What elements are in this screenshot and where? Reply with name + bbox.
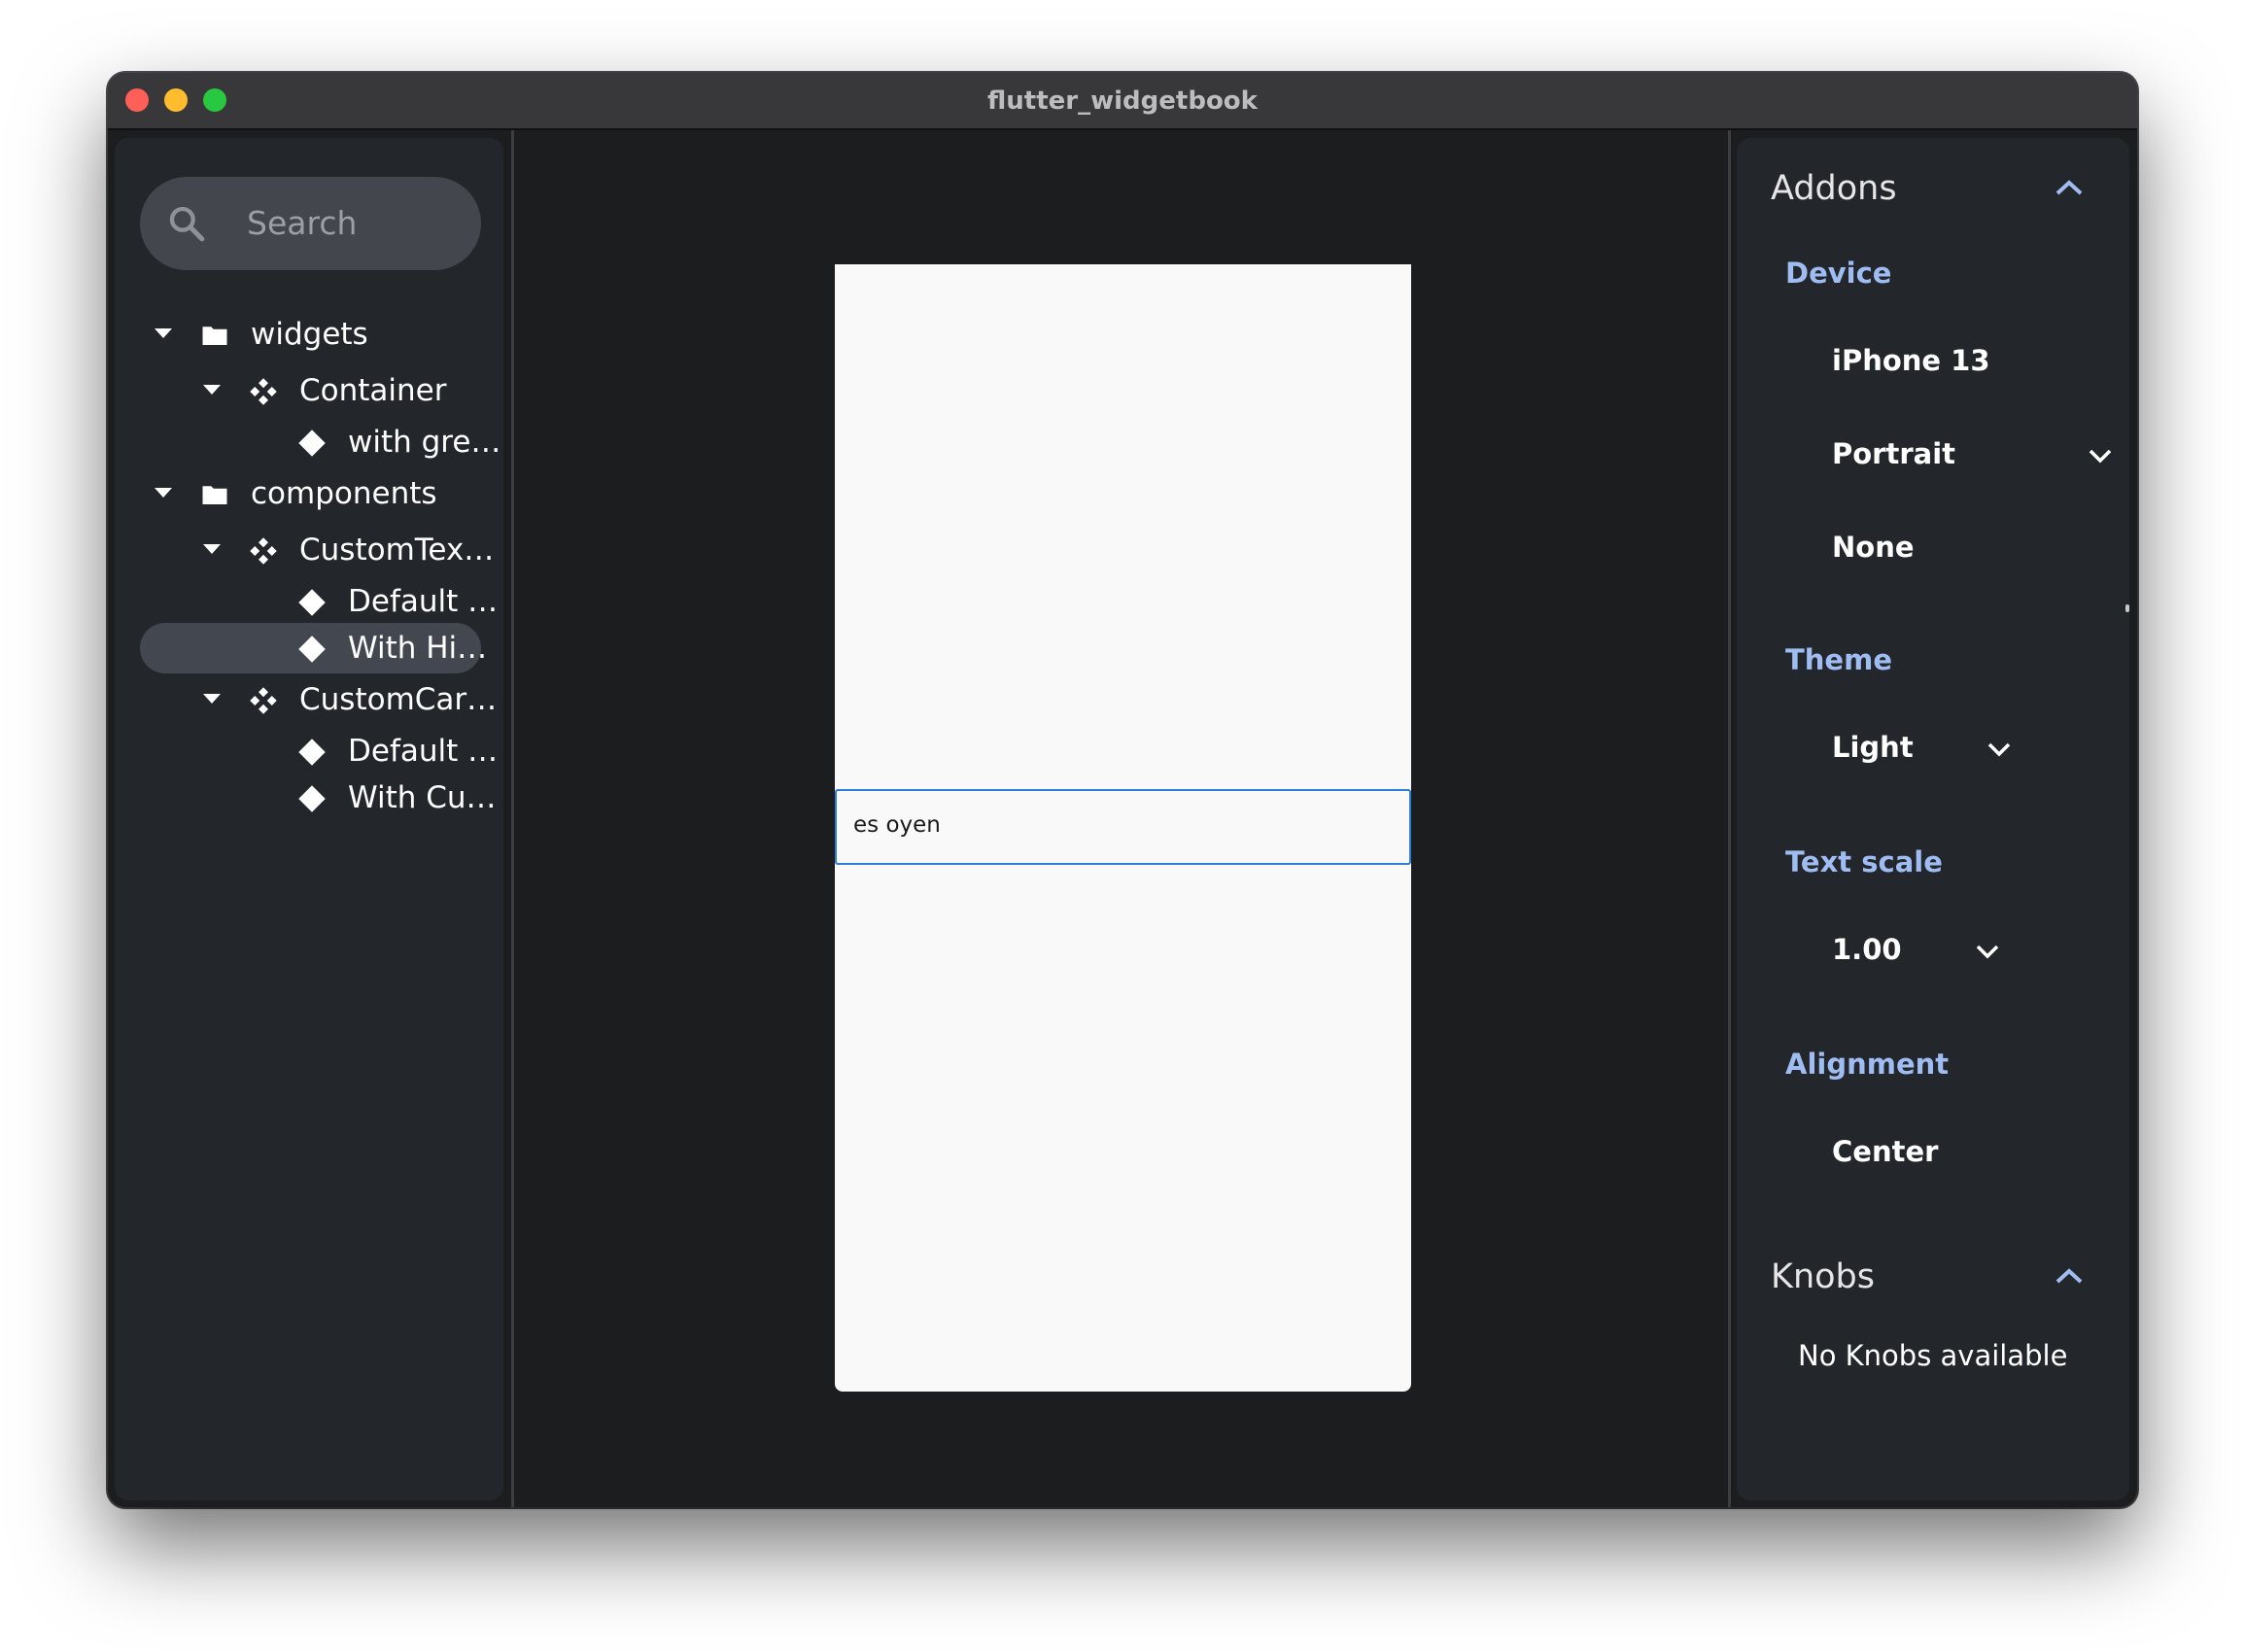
use-case-icon	[298, 739, 326, 766]
text-scale-label: Text scale	[1785, 845, 1943, 878]
window-title: flutter_widgetbook	[987, 86, 1258, 116]
theme-value[interactable]: Light	[1832, 731, 1914, 764]
tree-use-case[interactable]: With Cu…	[140, 773, 497, 823]
device-preview: es oyen	[835, 264, 1411, 1392]
caret-down-icon[interactable]	[203, 694, 221, 704]
knobs-title: Knobs	[1771, 1257, 1875, 1296]
app-window: flutter_widgetbook Search widgets Contai…	[108, 73, 2137, 1507]
use-case-icon	[298, 636, 326, 663]
tree-label: CustomCar…	[299, 682, 498, 717]
tree-label: components	[251, 476, 437, 511]
custom-text-field[interactable]: es oyen	[835, 789, 1411, 865]
tree-component-container[interactable]: Container	[140, 365, 481, 416]
text-scale-value[interactable]: 1.00	[1832, 933, 1902, 966]
chevron-down-icon[interactable]	[1975, 944, 2000, 959]
use-case-icon	[298, 589, 326, 616]
chevron-down-icon[interactable]	[2088, 448, 2113, 464]
left-panel-divider[interactable]	[511, 130, 514, 1507]
use-case-icon	[298, 785, 326, 812]
tree-label: Default …	[348, 584, 499, 619]
orientation-value[interactable]: Portrait	[1832, 437, 1955, 470]
caret-down-icon[interactable]	[203, 385, 221, 395]
right-panel-divider[interactable]	[1728, 130, 1731, 1507]
device-label: Device	[1785, 257, 1892, 290]
scroll-indicator	[2125, 604, 2129, 612]
tree-use-case[interactable]: Default …	[140, 726, 498, 776]
alignment-value[interactable]: Center	[1832, 1135, 1938, 1168]
tree-label: with gre…	[348, 425, 501, 460]
device-frame-value[interactable]: None	[1832, 531, 1915, 564]
component-icon	[250, 687, 277, 714]
alignment-label: Alignment	[1785, 1048, 1950, 1081]
caret-down-icon[interactable]	[203, 544, 221, 554]
tree-use-case[interactable]: Default …	[140, 576, 498, 627]
theme-label: Theme	[1785, 643, 1892, 676]
chevron-up-icon[interactable]	[2055, 1267, 2084, 1285]
tree-label: With Cu…	[348, 780, 497, 815]
device-model-value[interactable]: iPhone 13	[1832, 344, 1990, 377]
addons-panel: Addons Device iPhone 13 Portrait None Th…	[1737, 138, 2129, 1500]
tree-label: Container	[299, 373, 447, 408]
tree-use-case[interactable]: with gre…	[140, 417, 501, 467]
tree-label: widgets	[251, 317, 368, 352]
chevron-up-icon[interactable]	[2055, 179, 2084, 196]
search-icon	[169, 206, 205, 242]
caret-down-icon[interactable]	[155, 488, 172, 498]
tree-label: CustomTex…	[299, 533, 495, 568]
navigation-panel: Search widgets Container with gre… compo…	[115, 138, 503, 1500]
search-placeholder: Search	[247, 204, 358, 242]
component-icon	[250, 537, 277, 565]
search-input[interactable]: Search	[140, 177, 481, 270]
folder-icon	[202, 327, 227, 345]
addons-title: Addons	[1771, 169, 1897, 208]
chevron-down-icon[interactable]	[1986, 741, 2012, 757]
tree-use-case-selected[interactable]: With Hi…	[140, 623, 487, 673]
tree-component-customtextfield[interactable]: CustomTex…	[140, 525, 494, 575]
tree-folder-components[interactable]: components	[140, 468, 481, 519]
folder-icon	[202, 486, 227, 504]
caret-down-icon[interactable]	[155, 328, 172, 338]
use-case-icon	[298, 430, 326, 457]
title-bar: flutter_widgetbook	[108, 73, 2137, 130]
text-field-value: es oyen	[853, 812, 941, 838]
no-knobs-text: No Knobs available	[1798, 1339, 2068, 1372]
component-icon	[250, 378, 277, 405]
tree-label: Default …	[348, 734, 499, 769]
tree-component-customcard[interactable]: CustomCar…	[140, 674, 497, 725]
tree-label: With Hi…	[348, 631, 488, 666]
tree-folder-widgets[interactable]: widgets	[140, 309, 481, 360]
